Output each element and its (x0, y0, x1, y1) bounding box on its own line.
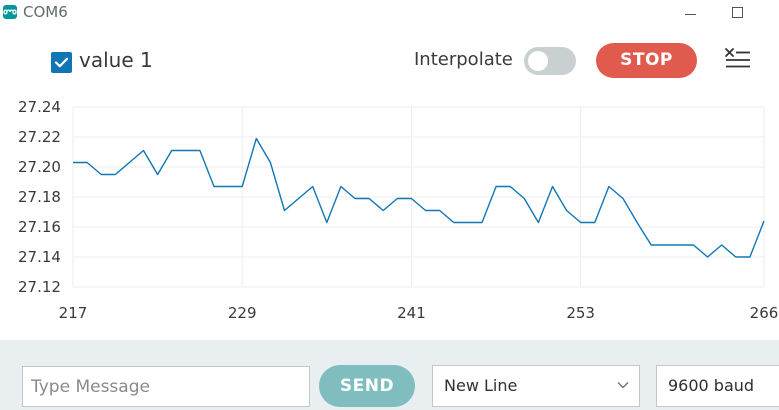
x-tick-label: 217 (59, 304, 88, 322)
checkmark-icon (54, 57, 69, 68)
line-ending-value: New Line (444, 376, 518, 395)
interpolate-toggle[interactable] (524, 47, 576, 75)
y-tick-label: 27.18 (18, 188, 61, 206)
y-tick-label: 27.20 (18, 158, 61, 176)
y-tick-label: 27.24 (18, 98, 61, 116)
y-tick-label: 27.16 (18, 218, 61, 236)
series-label[interactable]: value 1 (79, 48, 153, 72)
y-tick-label: 27.22 (18, 128, 61, 146)
baud-rate-select[interactable]: 9600 baud (656, 365, 779, 407)
chevron-down-icon (617, 381, 629, 389)
series-line-value-1 (73, 137, 765, 258)
x-tick-label: 253 (566, 304, 595, 322)
window-title: COM6 (23, 3, 68, 21)
minimize-icon[interactable] (676, 3, 704, 23)
x-tick-label: 241 (397, 304, 426, 322)
title-bar: COM6 (0, 0, 779, 26)
stop-button[interactable]: STOP (596, 43, 697, 78)
series-checkbox[interactable] (51, 52, 72, 73)
x-tick-label: 266 (750, 304, 779, 322)
plot-area: 27.24 27.22 27.20 27.18 27.16 27.14 27.12 217 22… (18, 98, 779, 322)
x-tick-label: 229 (228, 304, 257, 322)
arduino-infinity-icon (3, 5, 17, 19)
y-tick-label: 27.14 (18, 248, 61, 266)
baud-rate-value: 9600 baud (668, 376, 755, 395)
toggle-knob (528, 51, 548, 71)
clear-plot-icon[interactable] (723, 46, 753, 74)
y-tick-label: 27.12 (18, 278, 61, 296)
line-ending-select[interactable]: New Line (432, 365, 640, 407)
interpolate-label: Interpolate (414, 49, 513, 70)
message-input[interactable] (22, 366, 310, 407)
maximize-icon[interactable] (723, 3, 751, 23)
send-button[interactable]: SEND (319, 365, 415, 407)
serial-plotter-window: COM6 value 1 Interpolate STOP 27.24 27.22… (0, 0, 779, 410)
